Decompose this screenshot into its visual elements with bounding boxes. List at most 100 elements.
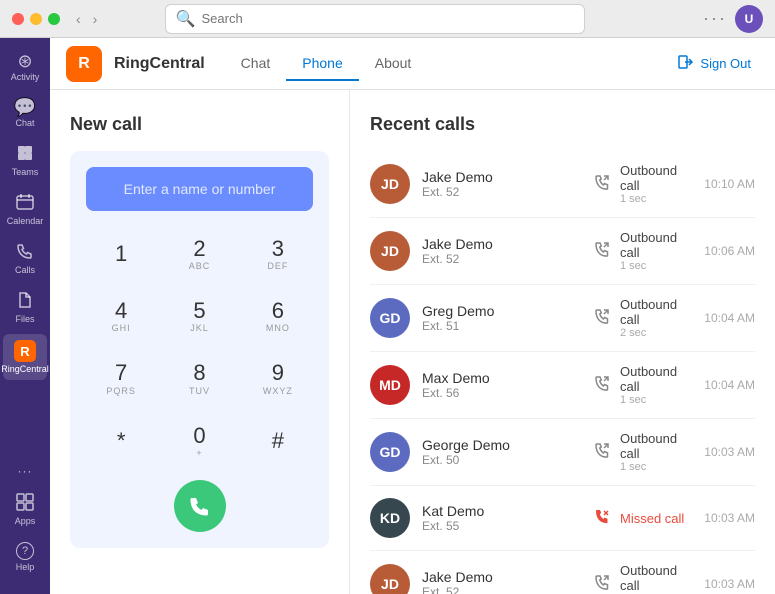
sidebar-label-apps: Apps [15,516,36,526]
recent-calls-title: Recent calls [370,114,755,135]
tab-chat[interactable]: Chat [225,47,287,81]
tab-phone[interactable]: Phone [286,47,358,81]
app-name: RingCentral [114,55,205,73]
tab-about[interactable]: About [359,47,428,81]
caller-ext: Ext. 52 [422,185,582,199]
call-button[interactable] [174,480,226,532]
sidebar-bottom: ··· Apps ? Help [3,459,47,586]
close-button[interactable] [12,13,24,25]
call-type-details: Outbound call 1 sec [620,364,692,406]
caller-info: Jake Demo Ext. 52 [422,169,582,199]
outbound-call-icon [594,573,612,594]
call-type-label: Missed call [620,511,684,526]
call-item-1[interactable]: JD Jake Demo Ext. 52 Outbound call 1 sec… [370,151,755,218]
search-bar[interactable]: 🔍 [165,4,585,34]
call-type-info: Outbound call 1 sec [594,431,692,473]
call-item-3[interactable]: GD Greg Demo Ext. 51 Outbound call 2 sec… [370,285,755,352]
call-time: 10:03 AM [704,577,755,591]
sidebar-label-teams: Teams [12,167,39,177]
sidebar-item-chat[interactable]: 💬 Chat [3,92,47,134]
call-item-6[interactable]: KD Kat Demo Ext. 55 Missed call 10:03 AM [370,486,755,551]
call-duration: 1 sec [620,461,692,473]
maximize-button[interactable] [48,13,60,25]
user-avatar[interactable]: U [735,5,763,33]
calls-icon [16,242,34,263]
caller-info: Max Demo Ext. 56 [422,370,582,400]
sidebar-item-calls[interactable]: Calls [3,236,47,281]
caller-name: Kat Demo [422,503,582,519]
call-item-5[interactable]: GD George Demo Ext. 50 Outbound call 1 s… [370,419,755,486]
sign-out-button[interactable]: Sign Out [670,50,759,77]
ringcentral-icon: R [14,340,36,362]
caller-name: George Demo [422,437,582,453]
call-type-details: Outbound call 1 sec [620,563,692,594]
outbound-call-icon [594,240,612,263]
outbound-call-icon [594,307,612,330]
caller-name: Greg Demo [422,303,582,319]
dial-key-7[interactable]: 7 PQRS [86,351,156,405]
new-call-section: New call 1 2 ABC 3 [50,90,350,594]
phone-input[interactable] [86,167,313,211]
dial-key-2[interactable]: 2 ABC [164,227,234,281]
sidebar-item-help[interactable]: ? Help [3,536,47,578]
title-bar: ‹ › 🔍 ··· U [0,0,775,38]
header-actions: Sign Out [670,50,759,77]
call-type-label: Outbound call [620,431,692,461]
sidebar-item-ringcentral[interactable]: R RingCentral [3,334,47,380]
call-item-2[interactable]: JD Jake Demo Ext. 52 Outbound call 1 sec… [370,218,755,285]
dial-key-5[interactable]: 5 JKL [164,289,234,343]
caller-name: Max Demo [422,370,582,386]
sidebar-label-help: Help [16,562,35,572]
dial-key-4[interactable]: 4 GHI [86,289,156,343]
search-input[interactable] [201,11,573,26]
dial-key-3[interactable]: 3 DEF [243,227,313,281]
new-call-title: New call [70,114,329,135]
call-type-label: Outbound call [620,230,692,260]
call-item-7[interactable]: JD Jake Demo Ext. 52 Outbound call 1 sec… [370,551,755,594]
more-options-button[interactable]: ··· [703,8,727,29]
caller-info: George Demo Ext. 50 [422,437,582,467]
outbound-call-icon [594,173,612,196]
call-type-info: Outbound call 1 sec [594,230,692,272]
caller-avatar: KD [370,498,410,538]
nav-tabs: Chat Phone About [225,47,428,81]
dial-key-hash[interactable]: # [243,414,313,468]
sidebar-item-activity[interactable]: ⊛ Activity [3,46,47,88]
call-type-label: Outbound call [620,297,692,327]
caller-info: Kat Demo Ext. 55 [422,503,582,533]
call-time: 10:06 AM [704,244,755,258]
call-type-info: Outbound call 1 sec [594,163,692,205]
app-logo: R [66,46,102,82]
caller-name: Jake Demo [422,169,582,185]
caller-avatar: JD [370,231,410,271]
apps-icon [16,493,34,514]
dial-key-0[interactable]: 0 + [164,414,234,468]
caller-ext: Ext. 56 [422,386,582,400]
app-header: R RingCentral Chat Phone About Sign Out [50,38,775,90]
caller-avatar: GD [370,298,410,338]
sidebar-item-files[interactable]: Files [3,285,47,330]
chat-icon: 💬 [14,98,36,116]
dial-key-1[interactable]: 1 [86,227,156,281]
dialpad-grid: 1 2 ABC 3 DEF 4 GHI [86,227,313,468]
sidebar-item-more[interactable]: ··· [3,459,47,483]
sidebar-item-apps[interactable]: Apps [3,487,47,532]
back-button[interactable]: ‹ [72,9,85,29]
caller-ext: Ext. 50 [422,453,582,467]
files-icon [16,291,34,312]
dial-key-9[interactable]: 9 WXYZ [243,351,313,405]
forward-button[interactable]: › [89,9,102,29]
sidebar-item-teams[interactable]: Teams [3,138,47,183]
caller-ext: Ext. 52 [422,585,582,594]
call-time: 10:03 AM [704,511,755,525]
dial-key-6[interactable]: 6 MNO [243,289,313,343]
sidebar-item-calendar[interactable]: Calendar [3,187,47,232]
sign-out-label: Sign Out [700,56,751,71]
call-time: 10:04 AM [704,378,755,392]
call-item-4[interactable]: MD Max Demo Ext. 56 Outbound call 1 sec … [370,352,755,419]
minimize-button[interactable] [30,13,42,25]
dial-key-star[interactable]: * [86,414,156,468]
dial-key-8[interactable]: 8 TUV [164,351,234,405]
recent-calls-section: Recent calls JD Jake Demo Ext. 52 Outbou… [350,90,775,594]
caller-ext: Ext. 51 [422,319,582,333]
